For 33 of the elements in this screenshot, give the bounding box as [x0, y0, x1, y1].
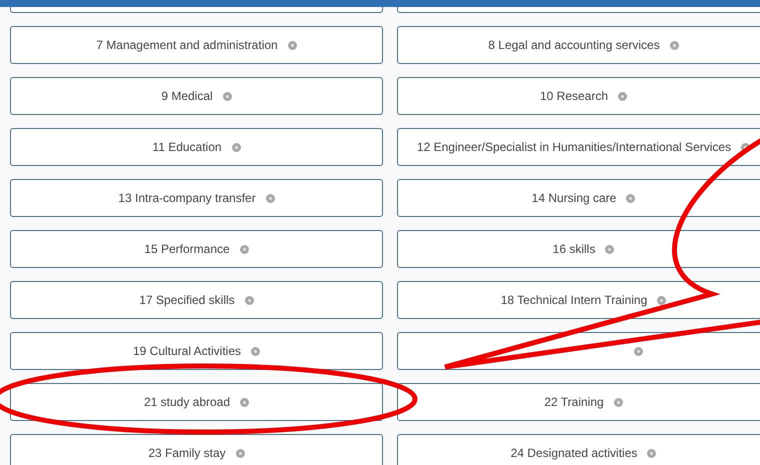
info-icon — [618, 92, 628, 100]
info-icon — [657, 296, 666, 304]
category-button[interactable]: 8 Legal and accounting services — [397, 26, 760, 64]
category-button[interactable]: 15 Performance — [10, 230, 383, 268]
info-icon — [240, 398, 250, 406]
category-button[interactable]: 16 skills — [397, 230, 760, 268]
info-icon — [626, 194, 636, 202]
category-button[interactable]: 9 Medical — [10, 77, 383, 115]
info-icon — [240, 244, 249, 254]
info-icon — [222, 92, 232, 100]
category-button[interactable]: 21 study abroad — [10, 383, 383, 421]
category-button[interactable]: 24 Designated activities — [397, 434, 760, 465]
info-icon — [647, 448, 656, 458]
info-icon — [232, 142, 241, 152]
category-button[interactable]: 7 Management and administration — [10, 26, 383, 64]
info-icon — [244, 296, 254, 304]
category-button[interactable]: 22 Training — [397, 383, 760, 421]
info-icon — [670, 40, 679, 50]
category-button[interactable]: 18 Technical Intern Training — [397, 281, 760, 319]
info-icon — [236, 448, 245, 458]
category-button[interactable]: 19 Cultural Activities — [10, 332, 383, 370]
info-icon — [605, 244, 614, 254]
info-icon — [614, 398, 623, 406]
info-icon — [634, 346, 643, 356]
category-button[interactable]: 10 Research — [397, 77, 760, 115]
category-button[interactable]: 23 Family stay — [10, 434, 383, 465]
info-icon — [251, 346, 260, 356]
category-button[interactable]: 14 Nursing care — [397, 179, 760, 217]
info-icon — [288, 40, 297, 50]
info-icon — [266, 194, 275, 202]
category-button[interactable]: 11 Education — [10, 128, 383, 166]
category-button[interactable]: 13 Intra-company transfer — [10, 179, 383, 217]
category-button[interactable]: 17 Specified skills — [10, 281, 383, 319]
